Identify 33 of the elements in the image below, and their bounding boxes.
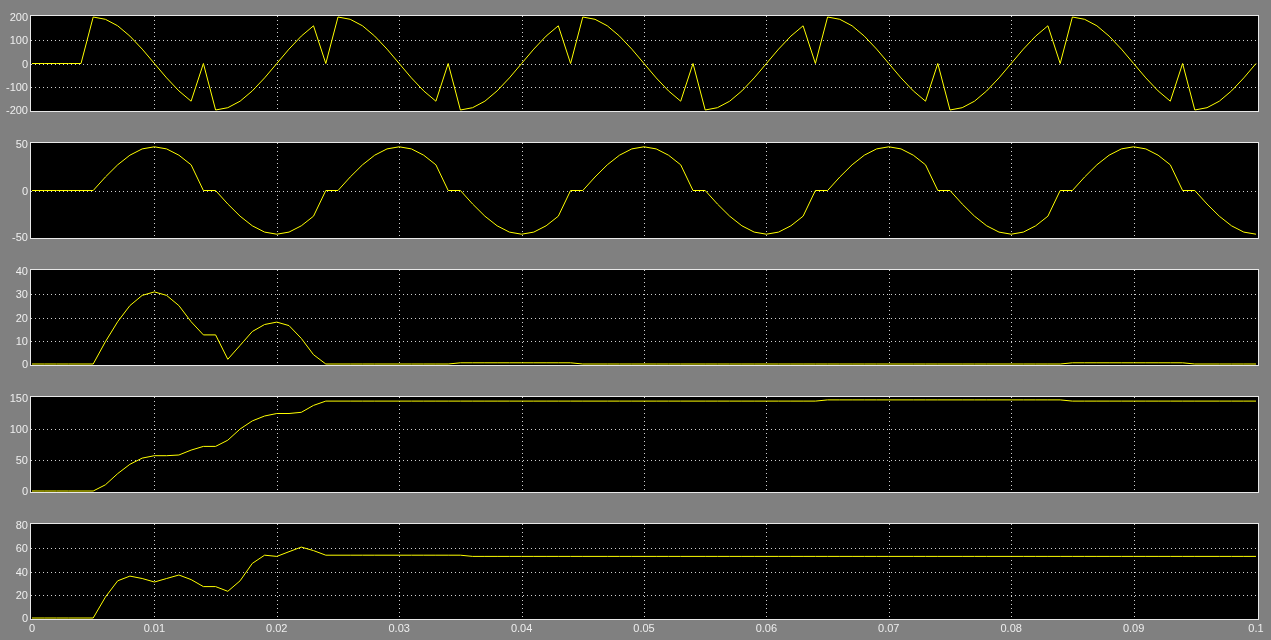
y-tick-label: 0 (21, 184, 28, 197)
y-tick-label: 40 (15, 565, 28, 578)
x-tick-label: 0.1 (1248, 622, 1264, 634)
x-tick-label: 0.05 (633, 622, 655, 634)
y-tick-label: 50 (15, 138, 28, 150)
y-tick-label: 10 (15, 334, 28, 347)
x-tick-label: 0.04 (510, 622, 533, 634)
x-tick-label: 0.01 (143, 622, 166, 634)
y-tick-label: 0 (21, 612, 28, 624)
y-tick-label: 20 (15, 311, 28, 324)
x-tick-label: 0 (28, 622, 36, 634)
y-tick-label: 40 (15, 265, 28, 277)
y-tick-label: 100 (9, 423, 28, 435)
y-tick-label: 60 (15, 542, 28, 555)
x-tick-label: 0.08 (1000, 622, 1022, 634)
x-tick-label: 0.06 (755, 622, 778, 634)
y-tick-label: 200 (9, 11, 28, 23)
y-tick-label: 0 (21, 57, 28, 70)
x-tick-label: 0.03 (388, 622, 410, 634)
y-tick-label: -100 (5, 80, 28, 93)
y-tick-label: 20 (15, 588, 28, 601)
x-tick-label: 0.02 (266, 622, 288, 634)
y-tick-label: 30 (15, 288, 28, 301)
y-tick-label: -50 (12, 231, 28, 243)
x-tick-label: 0.09 (1122, 622, 1145, 634)
y-tick-label: 0 (21, 485, 28, 497)
y-tick-label: 150 (9, 392, 28, 404)
y-tick-label: -200 (5, 104, 28, 116)
y-tick-label: 100 (9, 34, 28, 47)
x-tick-label: 0.07 (878, 622, 900, 634)
y-tick-label: 50 (15, 454, 28, 466)
y-tick-label: 80 (15, 519, 28, 531)
y-tick-label: 0 (21, 358, 28, 370)
